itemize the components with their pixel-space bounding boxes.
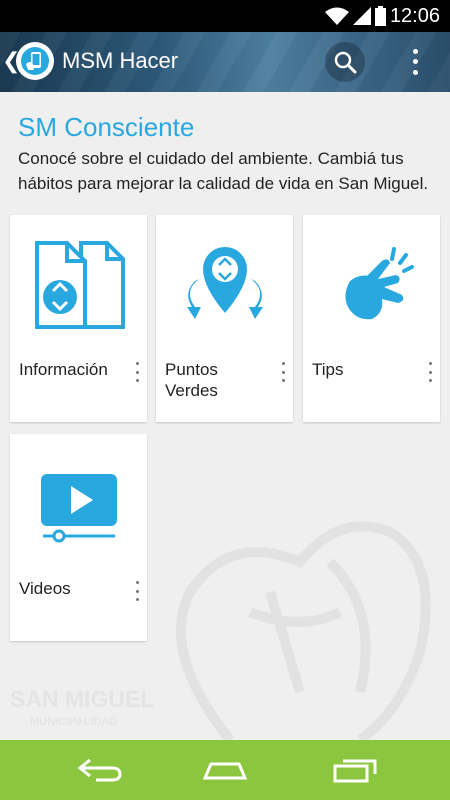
card-menu-icon[interactable] <box>426 362 434 382</box>
navigation-bar <box>0 740 450 800</box>
nav-recents-button[interactable] <box>330 754 380 786</box>
battery-icon <box>375 6 386 26</box>
back-arrow-icon <box>77 758 122 782</box>
card-videos[interactable]: Videos <box>10 434 147 641</box>
nav-back-button[interactable] <box>75 754 125 786</box>
card-menu-icon[interactable] <box>133 581 141 601</box>
card-label: Tips <box>312 360 344 379</box>
card-menu-icon[interactable] <box>133 362 141 382</box>
overflow-menu-icon[interactable] <box>405 46 425 78</box>
documents-recycle-icon <box>34 241 125 329</box>
card-tips[interactable]: Tips <box>303 215 440 422</box>
recents-icon <box>333 759 377 783</box>
status-time: 12:06 <box>389 5 440 27</box>
card-informacion[interactable]: Información <box>10 215 147 422</box>
main-content: SAN MIGUEL MUNICIPALIDAD SM Consciente C… <box>0 92 450 740</box>
page-description: Conocé sobre el cuidado del ambiente. Ca… <box>18 149 429 193</box>
search-button[interactable] <box>325 42 365 82</box>
video-play-icon <box>40 474 117 543</box>
phone-hand-icon <box>21 47 49 75</box>
card-label: Videos <box>19 579 71 598</box>
card-label: Puntos Verdes <box>165 360 218 400</box>
recycle-points-icon <box>186 247 263 319</box>
status-bar: 12:06 <box>0 0 450 32</box>
app-bar: ❮ MSM Hacer <box>0 32 450 92</box>
page-title: SM Consciente <box>18 112 195 142</box>
search-icon <box>334 51 357 74</box>
watermark-line2: MUNICIPALIDAD <box>30 716 117 728</box>
nav-home-button[interactable] <box>200 754 250 786</box>
home-icon <box>202 762 248 780</box>
watermark-line1: SAN MIGUEL <box>10 686 154 712</box>
card-label: Información <box>19 360 108 379</box>
app-title: MSM Hacer <box>62 48 179 73</box>
card-puntos-verdes[interactable]: Puntos Verdes <box>156 215 293 422</box>
snap-fingers-icon <box>344 247 414 320</box>
wifi-icon <box>325 7 349 25</box>
card-menu-icon[interactable] <box>279 362 287 382</box>
signal-icon <box>353 7 371 25</box>
app-logo[interactable] <box>16 42 54 80</box>
